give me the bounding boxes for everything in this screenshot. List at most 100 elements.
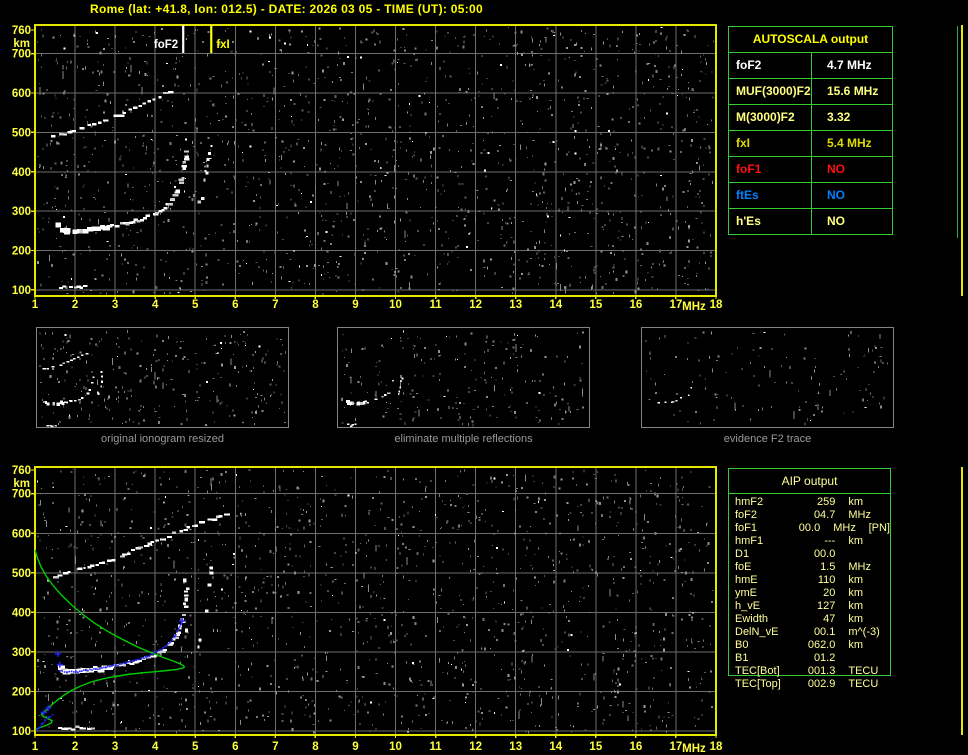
aip-unit: MHz (848, 561, 871, 573)
aip-value: 110 (817, 574, 836, 586)
aip-row: B1 01.2 (729, 652, 890, 665)
autoscala-row-label: fxI (729, 131, 812, 156)
aip-row: DelN_vE 00.1 m^(-3) (729, 626, 890, 639)
svg-text:9: 9 (352, 741, 358, 753)
svg-text:15: 15 (589, 741, 602, 753)
svg-text:3: 3 (112, 299, 118, 311)
svg-text:5: 5 (192, 299, 199, 311)
svg-text:11: 11 (430, 741, 443, 753)
aip-label: foF1 (735, 522, 758, 534)
svg-text:400: 400 (12, 607, 31, 619)
aip-value: 47 (823, 613, 836, 625)
svg-text:5: 5 (192, 741, 199, 753)
aip-row: foF1 00.0 MHz [PN] (729, 522, 890, 535)
fof2-marker-label: foF2 (154, 39, 178, 51)
aip-unit: km (848, 587, 864, 599)
aip-label: ymE (735, 587, 757, 599)
aip-label: foE (735, 561, 752, 573)
autoscala-row: h'Es NO (729, 208, 892, 234)
svg-text:18: 18 (710, 299, 723, 311)
aip-value: 01.2 (813, 652, 836, 664)
cropped-plot-border-top (961, 25, 963, 296)
autoscala-row: MUF(3000)F2 15.6 MHz (729, 78, 892, 104)
svg-text:100: 100 (12, 285, 31, 297)
svg-text:10: 10 (389, 299, 402, 311)
svg-text:760: 760 (12, 465, 31, 477)
aip-row: B0 062.0 km (729, 639, 890, 652)
svg-text:700: 700 (12, 49, 31, 61)
aip-row: TEC[Top] 002.9 TECU (729, 678, 890, 691)
svg-text:100: 100 (12, 726, 31, 738)
aip-label: D1 (735, 548, 750, 560)
autoscala-row-label: h'Es (729, 209, 812, 234)
svg-text:4: 4 (152, 741, 159, 753)
svg-text:760: 760 (12, 25, 31, 37)
autoscala-row-label: M(3000)F2 (729, 105, 812, 130)
aip-row: hmF1 --- km (729, 535, 890, 548)
autoscala-row-label: foF1 (729, 157, 812, 182)
cropped-table-border (957, 26, 958, 238)
panel-eliminate-reflections (337, 327, 590, 428)
autoscala-row-label: ftEs (729, 183, 812, 208)
aip-value: 062.0 (807, 639, 836, 651)
panel-original-ionogram (36, 327, 289, 428)
aip-row: hmE 110 km (729, 574, 890, 587)
panel-label-original: original ionogram resized (101, 433, 224, 445)
aip-unit: m^(-3) (848, 626, 880, 638)
svg-text:18: 18 (710, 741, 723, 753)
aip-label: hmF2 (735, 496, 764, 508)
panel-label-evidence: evidence F2 trace (723, 433, 812, 445)
aip-value: 20 (823, 587, 836, 599)
aip-value: 127 (817, 600, 836, 612)
svg-text:14: 14 (549, 299, 562, 311)
svg-text:11: 11 (430, 299, 443, 311)
aip-value: 00.0 (798, 522, 821, 534)
aip-table-rows: hmF2 259 km foF2 04.7 MHz foF1 00.0 MHz [PN] hmF1-… (729, 496, 890, 691)
svg-text:12: 12 (469, 741, 482, 753)
aip-row: foE 1.5 MHz (729, 561, 890, 574)
svg-text:13: 13 (509, 741, 522, 753)
svg-text:2: 2 (72, 741, 78, 753)
svg-text:8: 8 (312, 741, 319, 753)
aip-row: ymE 20 km (729, 587, 890, 600)
svg-text:200: 200 (12, 246, 31, 258)
svg-text:500: 500 (12, 568, 31, 580)
aip-label: DelN_vE (735, 626, 779, 638)
svg-text:1: 1 (32, 741, 39, 753)
svg-text:10: 10 (389, 741, 402, 753)
autoscala-table-title: AUTOSCALA output (729, 27, 892, 53)
aip-row: D1 00.0 (729, 548, 890, 561)
autoscala-row: foF1 NO (729, 156, 892, 182)
autoscala-row: M(3000)F2 3.32 (729, 104, 892, 130)
aip-row: hmF2 259 km (729, 496, 890, 509)
svg-text:17: 17 (670, 299, 683, 311)
aip-label: foF2 (735, 509, 758, 521)
aip-value: 001.3 (807, 665, 836, 677)
aip-value: 1.5 (820, 561, 836, 573)
svg-text:500: 500 (12, 127, 31, 139)
aip-unit: MHz (848, 509, 871, 521)
aip-row: Ewidth 47 km (729, 613, 890, 626)
top-ionogram-plot: 760700600500400300200100km1 2 3 4 5 6 7 8 9 10 11 1… (12, 24, 723, 313)
aip-unit: TECU (848, 678, 879, 690)
aip-label: Ewidth (735, 613, 769, 625)
svg-text:km: km (13, 478, 30, 490)
cropped-plot-border-bottom (961, 467, 963, 735)
aip-output-table: AIP output hmF2 259 km foF2 04.7 MHz foF1 00.0 M… (728, 468, 891, 690)
aip-label: hmE (735, 574, 758, 586)
aip-label: TEC[Bot] (735, 665, 780, 677)
svg-text:9: 9 (352, 299, 358, 311)
autoscala-row-value: 5.4 MHz (827, 136, 872, 150)
aip-row: h_vE 127 km (729, 600, 890, 613)
svg-text:700: 700 (12, 489, 31, 501)
svg-text:6: 6 (232, 299, 238, 311)
aip-label: B1 (735, 652, 749, 664)
svg-text:16: 16 (629, 299, 642, 311)
fxi-marker-label: fxI (216, 39, 229, 51)
autoscala-row-label: MUF(3000)F2 (729, 79, 812, 104)
aip-label: TEC[Top] (735, 678, 781, 690)
panel-evidence-f2-trace (641, 327, 894, 428)
aip-label: B0 (735, 639, 749, 651)
aip-unit: km (848, 613, 864, 625)
aip-unit: km (848, 535, 864, 547)
